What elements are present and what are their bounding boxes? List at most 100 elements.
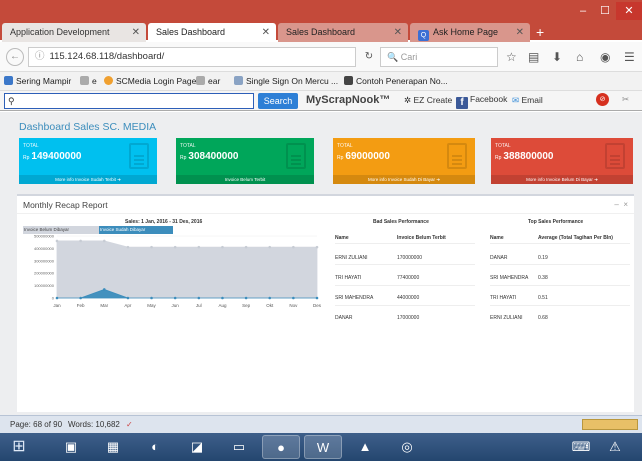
series-area-0 — [56, 240, 318, 299]
email-button[interactable]: ✉ Email — [512, 95, 543, 106]
table-cell: 0.38 — [538, 275, 548, 281]
tab-sales-dashboard-active[interactable]: Sales Dashboard ✕ — [148, 23, 276, 42]
more-info-label: Invoice Belum Terbit — [224, 177, 266, 182]
stat-card-label: TOTAL — [23, 143, 39, 149]
table-cell: 0.68 — [538, 315, 548, 321]
facebook-icon: f — [456, 97, 468, 109]
arrow-circle-icon: ➜ — [117, 177, 121, 182]
currency-label: Rp — [180, 155, 187, 161]
more-info-link[interactable]: More info Invoice Sudah Terbit ➜ — [19, 175, 157, 184]
myscrapnook-logo[interactable]: MyScrapNook™ — [306, 94, 390, 106]
divider — [490, 305, 630, 306]
legend-invoice-belum-dibayar: Invoice Belum Dibayar — [23, 226, 99, 234]
download-icon[interactable]: ⬇ — [552, 50, 562, 64]
page-count[interactable]: Page: 68 of 90 — [10, 416, 62, 433]
reload-icon[interactable]: ↻ — [360, 47, 378, 67]
toolbar-search-input[interactable]: ⚲ — [4, 93, 254, 109]
data-point — [221, 296, 224, 300]
keyboard-icon[interactable]: ⌨ — [562, 435, 600, 459]
view-buttons[interactable] — [582, 419, 638, 430]
search-placeholder: Cari — [400, 52, 418, 62]
ez-create-button[interactable]: ✲ EZ Create — [404, 95, 452, 106]
close-icon[interactable]: × — [623, 200, 628, 209]
excel-icon[interactable]: ▦ — [94, 435, 132, 459]
site-info-icon[interactable]: ⓘ — [35, 51, 45, 62]
word-count[interactable]: Words: 10,682 — [68, 416, 120, 433]
reading-list-icon[interactable]: ▤ — [528, 50, 539, 64]
taskbar: ⊞ ▣ ▦ ◐ ◪ ▭ ● W ▲ ◎ ⌨ ⚠ — [0, 433, 642, 461]
divider — [335, 243, 475, 244]
data-point — [150, 296, 153, 300]
data-point — [244, 296, 248, 300]
value-text: 149400000 — [31, 151, 82, 162]
column-header-name: Name — [335, 235, 349, 241]
globe-icon — [80, 76, 89, 85]
window-close-icon[interactable]: ✕ — [616, 2, 642, 20]
y-tick-label: 100000000 — [34, 283, 55, 288]
data-point — [150, 245, 153, 249]
stat-card-value: Rp 69000000 — [337, 151, 390, 162]
close-icon[interactable]: ✕ — [262, 23, 270, 42]
menu-icon[interactable]: ☰ — [624, 50, 635, 64]
bookmark-sso[interactable]: Single Sign On Mercu ... — [234, 72, 338, 91]
star-icon[interactable]: ☆ — [506, 50, 517, 64]
table-cell: 0.51 — [538, 295, 548, 301]
folder-icon[interactable]: ▭ — [220, 435, 258, 459]
bookmark-e[interactable]: e — [80, 72, 97, 91]
facebook-label: Facebook — [470, 94, 508, 104]
back-icon[interactable]: ← — [6, 48, 24, 66]
hp-icon[interactable]: ◐ — [136, 435, 174, 459]
maximize-icon[interactable]: ☐ — [594, 2, 616, 20]
more-info-link[interactable]: More info Invoice Sudah Di Bayar ➜ — [333, 175, 475, 184]
bookmark-scmedia[interactable]: SCMedia Login Page — [104, 72, 196, 91]
stat-card-invoice-sudah-terbit: TOTAL Rp 149400000 More info Invoice Suda… — [19, 138, 157, 184]
minimize-icon[interactable]: – — [572, 2, 594, 20]
table-cell: ERNI ZULIANI — [335, 255, 368, 261]
search-input[interactable]: 🔍 Cari — [380, 47, 498, 67]
chart-title: Sales: 1 Jan, 2016 - 31 Des, 2016 — [125, 219, 203, 225]
bookmark-label: Single Sign On Mercu ... — [246, 76, 339, 86]
x-tick-label: Feb — [77, 303, 85, 308]
toolbar-search-button[interactable]: Search — [258, 93, 298, 109]
table-cell: SRI MAHENDRA — [335, 295, 374, 301]
notification-icon[interactable]: ⚠ — [596, 435, 634, 459]
panel-tools: – × — [614, 200, 628, 209]
adblock-icon[interactable]: ⊘ — [596, 93, 609, 106]
new-tab-icon[interactable]: + — [536, 24, 544, 40]
word-icon[interactable]: W — [304, 435, 342, 459]
address-bar[interactable]: ⓘ 115.124.68.118/dashboard/ — [28, 47, 356, 67]
proofing-icon[interactable]: ✓ — [126, 416, 133, 433]
windows-start-icon[interactable]: ⊞ — [4, 435, 34, 459]
tab-application-development[interactable]: Application Development ✕ — [2, 23, 146, 42]
more-info-link[interactable]: More info Invoice Belum Di Bayar ➜ — [491, 175, 633, 184]
facebook-button[interactable]: f Facebook — [456, 94, 507, 109]
file-explorer-icon[interactable]: ▣ — [52, 435, 90, 459]
more-info-label: More info Invoice Sudah Di Bayar — [367, 177, 435, 182]
close-icon[interactable]: ✕ — [132, 23, 140, 42]
collapse-icon[interactable]: – — [614, 200, 618, 209]
close-icon[interactable]: ✕ — [394, 23, 402, 42]
data-point — [221, 245, 224, 249]
currency-label: Rp — [495, 155, 502, 161]
app-icon[interactable]: ◪ — [178, 435, 216, 459]
firefox-icon[interactable]: ● — [262, 435, 300, 459]
x-tick-label: Jan — [53, 303, 61, 308]
y-tick-label: 400000000 — [34, 246, 55, 251]
navigation-bar: ← ⓘ 115.124.68.118/dashboard/ ↻ 🔍 Cari ☆ … — [0, 42, 642, 72]
app-icon[interactable]: ◎ — [388, 435, 426, 459]
bookmark-sering-mampir[interactable]: Sering Mampir — [4, 72, 71, 91]
bookmark-ear[interactable]: ear — [196, 72, 220, 91]
document-icon — [447, 143, 467, 169]
close-icon[interactable]: ✕ — [516, 23, 524, 42]
table-cell: 0.19 — [538, 255, 548, 261]
tools-icon[interactable]: ✂ — [622, 94, 629, 105]
tab-label: Application Development — [10, 27, 110, 37]
x-tick-label: Jul — [196, 303, 202, 308]
acrobat-icon[interactable]: ▲ — [346, 435, 384, 459]
tab-sales-dashboard[interactable]: Sales Dashboard ✕ — [278, 23, 408, 42]
tab-ask-home-page[interactable]: Q Ask Home Page ✕ — [410, 23, 530, 42]
bookmark-contoh[interactable]: Contoh Penerapan No... — [344, 72, 448, 91]
more-info-link[interactable]: Invoice Belum Terbit — [176, 175, 314, 184]
home-icon[interactable]: ⌂ — [576, 50, 583, 64]
pocket-icon[interactable]: ◉ — [600, 50, 610, 64]
